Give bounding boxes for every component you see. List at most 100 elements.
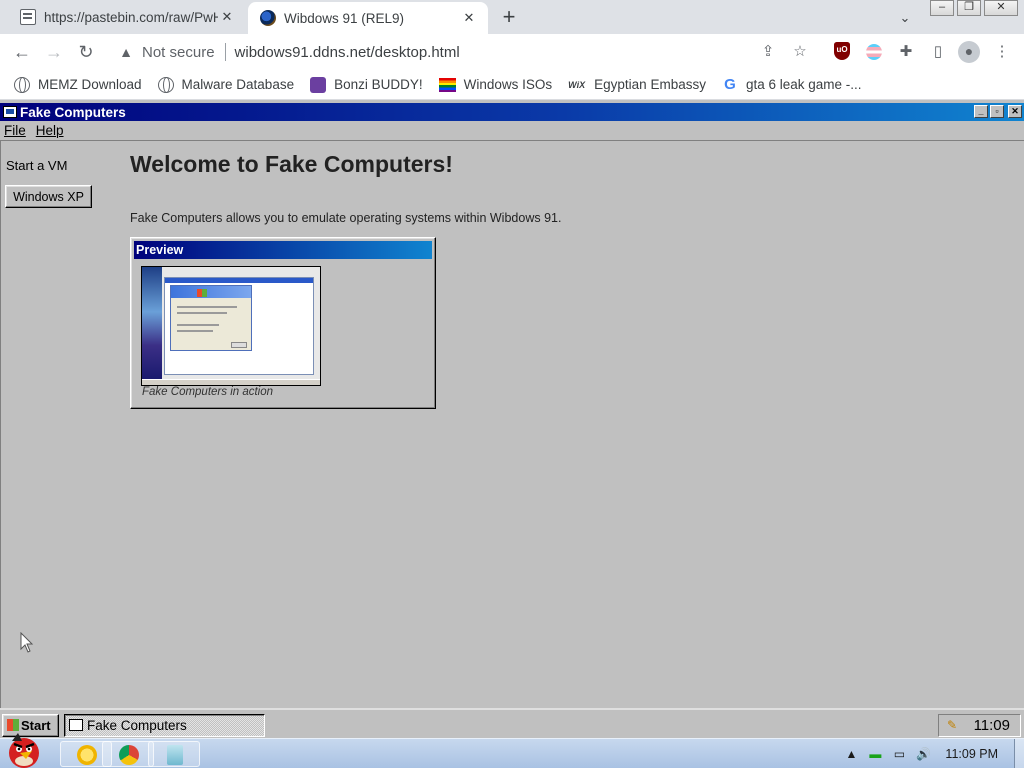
security-label: Not secure — [142, 43, 215, 61]
volume-icon[interactable]: 🔊 — [915, 746, 931, 762]
host-clock[interactable]: 11:09 PM — [945, 747, 998, 761]
preview-window-bar — [165, 278, 313, 283]
network-icon[interactable]: ▭ — [891, 746, 907, 762]
bookmark-bonzi-buddy[interactable]: Bonzi BUDDY! — [310, 76, 423, 93]
bookmark-memz-download[interactable]: MEMZ Download — [14, 76, 142, 93]
forward-arrow-icon[interactable]: → — [42, 40, 66, 64]
angry-bird-start-icon[interactable] — [2, 729, 48, 768]
side-panel-icon[interactable]: ▯ — [928, 42, 948, 62]
menu-help[interactable]: Help — [36, 123, 64, 138]
app-client-area — [0, 140, 1024, 708]
bookmark-malware-database[interactable]: Malware Database — [157, 76, 295, 93]
ublock-origin-icon[interactable]: uO — [834, 42, 850, 60]
app-window-title: Fake Computers — [20, 104, 126, 120]
preview-title: Preview — [134, 241, 432, 259]
preview-panel: Preview Fake Computers in action — [130, 237, 436, 409]
computer-icon — [69, 719, 83, 731]
page-description: Fake Computers allows you to emulate ope… — [130, 211, 562, 225]
wibdows-favicon-icon — [260, 10, 276, 26]
extension-flag-icon[interactable] — [866, 44, 882, 60]
bookmark-label: Windows ISOs — [463, 77, 553, 92]
warning-triangle-icon[interactable]: ▲ — [118, 44, 134, 60]
pastebin-favicon-icon — [20, 9, 36, 25]
extensions-puzzle-icon[interactable]: ✚ — [896, 42, 916, 62]
preview-side-strip — [142, 267, 162, 379]
bookmark-gta-6-leak[interactable]: G gta 6 leak game -... — [722, 75, 862, 93]
back-arrow-icon[interactable]: ← — [10, 40, 34, 64]
tab-title: https://pastebin.com/raw/PwHx — [44, 9, 218, 25]
globe-icon — [157, 76, 174, 93]
close-window-icon[interactable]: ✕ — [984, 0, 1018, 16]
globe-icon — [14, 76, 30, 93]
rainbow-flag-icon — [438, 77, 456, 92]
app-window-controls: _ ▫ ✕ — [974, 105, 1022, 118]
bookmark-label: MEMZ Download — [38, 77, 142, 92]
start-windows-xp-button[interactable]: Windows XP — [5, 185, 92, 208]
taskbar-pin-notepad[interactable] — [148, 741, 200, 767]
mouse-cursor-icon — [20, 632, 34, 653]
show-desktop-button[interactable] — [1014, 739, 1024, 768]
bookmark-label: gta 6 leak game -... — [745, 77, 862, 92]
wix-icon: WiX — [568, 79, 586, 90]
host-system-tray: ▲ ▬ ▭ 🔊 11:09 PM — [843, 739, 1024, 768]
menu-kebab-icon[interactable]: ⋮ — [992, 42, 1012, 62]
host-taskbar: ▲ ▬ ▭ 🔊 11:09 PM — [0, 733, 1024, 768]
url-text: wibdows91.ddns.net/desktop.html — [234, 43, 460, 61]
preview-ok-button — [231, 342, 247, 348]
google-icon: G — [724, 75, 736, 93]
bookmarks-bar: MEMZ Download Malware Database Bonzi BUD… — [0, 70, 1024, 100]
tab-wibdows[interactable]: Wibdows 91 (REL9) ✕ — [248, 2, 488, 34]
browser-toolbar: ← → ↻ ▲ Not secure wibdows91.ddns.net/de… — [0, 34, 1024, 70]
preview-dialog-bar — [171, 286, 251, 298]
taskbar-item-label: Fake Computers — [87, 717, 187, 733]
menu-file[interactable]: File — [4, 123, 26, 138]
preview-dialog — [170, 285, 252, 351]
preview-text-line — [177, 324, 219, 326]
maximize-icon[interactable]: ▫ — [990, 105, 1004, 118]
bookmark-label: Bonzi BUDDY! — [334, 77, 423, 92]
app-title-bar[interactable]: Fake Computers _ ▫ ✕ — [0, 103, 1024, 121]
battery-icon[interactable]: ▬ — [867, 746, 883, 762]
close-icon[interactable]: ✕ — [1008, 105, 1022, 118]
taskbar-item-fake-computers[interactable]: Fake Computers — [64, 714, 265, 737]
preview-text-line — [177, 330, 213, 332]
close-icon[interactable]: ✕ — [460, 9, 478, 27]
omnibox-divider — [224, 43, 226, 61]
bookmark-star-icon[interactable]: ☆ — [790, 42, 810, 62]
tab-title: Wibdows 91 (REL9) — [284, 10, 405, 26]
browser-tab-strip: https://pastebin.com/raw/PwHx ✕ Wibdows … — [0, 0, 1024, 34]
new-tab-plus-icon[interactable]: + — [497, 6, 521, 29]
bookmark-windows-isos[interactable]: Windows ISOs — [438, 77, 553, 92]
tab-search-chevron-icon[interactable]: ⌄ — [895, 10, 915, 26]
app-menu-bar: File Help — [0, 121, 1024, 140]
share-icon[interactable]: ⇪ — [758, 42, 778, 62]
restore-icon[interactable]: ❐ — [957, 0, 981, 16]
sun-icon — [77, 745, 97, 765]
tray-pen-icon[interactable]: ✎ — [945, 719, 957, 731]
windows-logo-icon — [197, 289, 207, 297]
page-title: Welcome to Fake Computers! — [130, 151, 453, 177]
bookmark-label: Egyptian Embassy — [594, 77, 706, 92]
system-tray: ✎ 11:09 — [938, 714, 1021, 737]
show-hidden-icons-icon[interactable]: ▲ — [843, 746, 859, 762]
tab-pastebin[interactable]: https://pastebin.com/raw/PwHx ✕ — [8, 0, 246, 34]
computer-icon — [3, 106, 17, 118]
window-controls: – ❐ ✕ — [930, 0, 1018, 16]
bonzi-icon — [310, 76, 327, 93]
preview-taskbar — [142, 379, 320, 385]
preview-screenshot — [141, 266, 321, 386]
minimize-icon[interactable]: – — [930, 0, 954, 16]
sidebar-heading: Start a VM — [6, 158, 68, 173]
preview-text-line — [177, 306, 237, 308]
bookmark-egyptian-embassy[interactable]: WiX Egyptian Embassy — [568, 77, 706, 92]
close-icon[interactable]: ✕ — [218, 8, 236, 26]
minimize-icon[interactable]: _ — [974, 105, 988, 118]
wibdows-taskbar: Start Fake Computers ✎ 11:09 — [0, 708, 1024, 738]
preview-desktop — [142, 267, 320, 379]
notepad-icon — [167, 745, 183, 765]
profile-avatar-icon[interactable]: ● — [958, 41, 980, 63]
bookmark-label: Malware Database — [181, 77, 295, 92]
address-bar[interactable]: ▲ Not secure wibdows91.ddns.net/desktop.… — [108, 38, 824, 66]
reload-icon[interactable]: ↻ — [74, 40, 98, 64]
taskbar-pin-chrome[interactable] — [102, 741, 154, 767]
